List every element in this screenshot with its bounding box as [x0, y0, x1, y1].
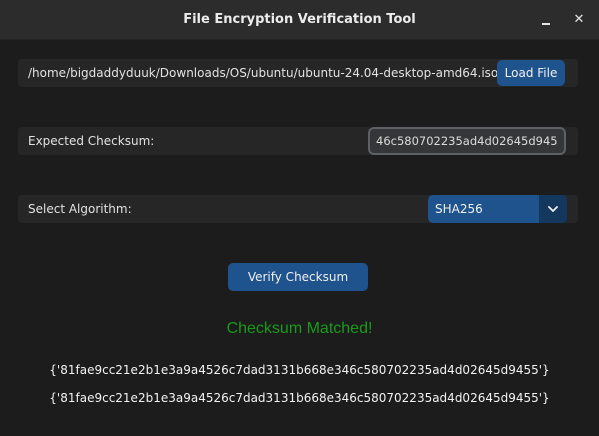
- algorithm-row: Select Algorithm: SHA256: [18, 195, 578, 223]
- algorithm-selected-value: SHA256: [435, 202, 483, 216]
- status-message: Checksum Matched!: [226, 320, 373, 337]
- expected-checksum-label: Expected Checksum:: [28, 134, 155, 148]
- load-file-button[interactable]: Load File: [497, 60, 565, 86]
- close-button[interactable]: ✕: [567, 8, 591, 32]
- minimize-button[interactable]: [534, 8, 558, 32]
- checksum-row: Expected Checksum:: [18, 127, 578, 155]
- dropdown-button[interactable]: [539, 195, 567, 223]
- title-bar[interactable]: File Encryption Verification Tool ✕: [0, 0, 599, 40]
- verify-checksum-button[interactable]: Verify Checksum: [228, 263, 368, 291]
- computed-hash-text: {'81fae9cc21e2b1e3a9a4526c7dad3131b668e3…: [49, 363, 550, 377]
- expected-checksum-input[interactable]: [368, 127, 566, 155]
- select-algorithm-label: Select Algorithm:: [28, 202, 132, 216]
- expected-hash-text: {'81fae9cc21e2b1e3a9a4526c7dad3131b668e3…: [49, 391, 550, 405]
- minimize-icon: [542, 23, 550, 25]
- window-title: File Encryption Verification Tool: [183, 12, 416, 27]
- chevron-down-icon: [548, 206, 558, 212]
- file-path-label: /home/bigdaddyduuk/Downloads/OS/ubuntu/u…: [28, 66, 499, 80]
- algorithm-select[interactable]: SHA256: [428, 195, 567, 223]
- close-icon: ✕: [573, 12, 585, 27]
- file-row: /home/bigdaddyduuk/Downloads/OS/ubuntu/u…: [18, 59, 578, 87]
- app-window: File Encryption Verification Tool ✕ /hom…: [0, 0, 599, 436]
